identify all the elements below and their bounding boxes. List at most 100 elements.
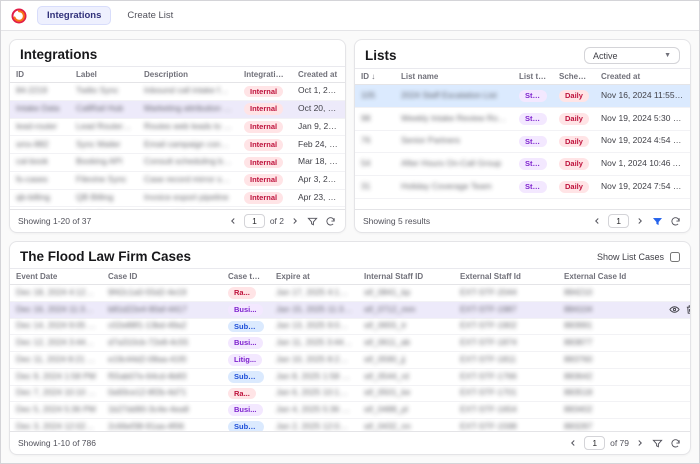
cell-event_date: Dec 5, 2024 5:36 PM — [10, 402, 102, 419]
show-list-cases-checkbox[interactable] — [670, 252, 680, 262]
cell-external_staff: EXT-STF-1766 — [454, 368, 558, 385]
table-row[interactable]: Dec 7, 2024 10:10 AM0a93ce12-8f2b-4d71Ra… — [10, 385, 690, 402]
cell-external_case: 884104 — [558, 301, 658, 318]
column-header[interactable]: Event Date — [10, 269, 102, 285]
badge-type: Internal — [244, 139, 283, 151]
badge-case_type: Subs... — [228, 421, 264, 431]
table-row[interactable]: 98Weekly Intake Review RosterStaffDailyN… — [355, 107, 690, 130]
column-header[interactable]: ID ↓ — [355, 69, 395, 85]
table-row[interactable]: 31Holiday Coverage TeamStaffDailyNov 19,… — [355, 176, 690, 199]
integrations-table-wrap: IDLabelDescriptionIntegration typeCreate… — [10, 66, 345, 209]
column-header[interactable]: External Staff Id — [454, 269, 558, 285]
cell-label: Filevine Sync — [70, 171, 138, 189]
row-actions — [658, 318, 690, 335]
table-row[interactable]: Dec 12, 2024 3:44 PMd7a310cb-72e8-4c55Bu… — [10, 335, 690, 352]
table-row[interactable]: lead-routerLead Router v2Routes web lead… — [10, 118, 345, 136]
column-header[interactable]: List name — [395, 69, 513, 85]
table-row[interactable]: Dec 3, 2024 12:02 PM2c66ef38-91aa-4f06Su… — [10, 419, 690, 432]
column-header[interactable]: Created at — [595, 69, 690, 85]
column-header-actions — [658, 269, 690, 285]
lists-status-filter-select[interactable]: Active ▼ — [584, 47, 680, 64]
cases-pager: 1 of 79 — [567, 436, 682, 450]
cases-prev-page-button[interactable] — [567, 437, 579, 449]
column-header[interactable]: Expire at — [270, 269, 358, 285]
table-row[interactable]: Dec 18, 2024 4:12 PM9f42c1a0-55d2-4e19Ra… — [10, 285, 690, 302]
cases-table: Event DateCase IDCase typeExpire atInter… — [10, 268, 690, 431]
cases-table-wrap: Event DateCase IDCase typeExpire atInter… — [10, 268, 690, 431]
cell-id: smx-882 — [10, 136, 70, 154]
view-row-icon[interactable] — [669, 304, 680, 315]
top-navigation-bar: Integrations Create List — [1, 1, 699, 31]
table-row[interactable]: 1052024 Staff Escalation ListStaffDailyN… — [355, 85, 690, 108]
table-row[interactable]: qb-billingQB BillingInvoice export pipel… — [10, 189, 345, 207]
column-header[interactable]: Description — [138, 67, 238, 83]
table-row[interactable]: Dec 9, 2024 1:58 PMf55ab07e-64cd-4b83Sub… — [10, 368, 690, 385]
cell-case_id: b81d22e4-90af-4417 — [102, 301, 222, 318]
integrations-next-page-button[interactable] — [289, 215, 301, 227]
table-row[interactable]: Dec 11, 2024 8:21 AMe19c44d2-08aa-41f0Li… — [10, 352, 690, 369]
column-header[interactable]: Case type — [222, 269, 270, 285]
cell-type: Internal — [238, 154, 292, 172]
table-row[interactable]: cal-bookBooking APIConsult scheduling br… — [10, 154, 345, 172]
integrations-table: IDLabelDescriptionIntegration typeCreate… — [10, 66, 345, 209]
column-header[interactable]: Created at — [292, 67, 345, 83]
column-header[interactable]: Integration type — [238, 67, 292, 83]
badge-case_type: Litig... — [228, 354, 262, 366]
cell-external_staff: EXT-STF-2044 — [454, 285, 558, 302]
cell-id: 84-2219 — [10, 83, 70, 101]
cell-id: 76 — [355, 130, 395, 153]
table-row[interactable]: 84-2219Twilio SyncInbound call intake fe… — [10, 83, 345, 101]
column-header[interactable]: List type — [513, 69, 553, 85]
column-header[interactable]: Case ID — [102, 269, 222, 285]
lists-next-page-button[interactable] — [634, 215, 646, 227]
integrations-prev-page-button[interactable] — [227, 215, 239, 227]
cell-created: Nov 19, 2024 5:30 PM — [595, 107, 690, 130]
integrations-panel: Integrations IDLabelDescriptionIntegrati… — [9, 39, 346, 233]
table-row[interactable]: smx-882Sync MailerEmail campaign connect… — [10, 136, 345, 154]
cell-label: QB Billing — [70, 189, 138, 207]
chevron-down-icon: ▼ — [664, 52, 671, 59]
cell-case_type: Ra... — [222, 385, 270, 402]
lists-filter-icon[interactable] — [651, 215, 664, 228]
delete-row-icon[interactable] — [685, 304, 690, 315]
cell-expire_at: Jan 17, 2025 4:12 PM — [270, 285, 358, 302]
cell-external_staff: EXT-STF-1654 — [454, 402, 558, 419]
column-header[interactable]: Schedule — [553, 69, 595, 85]
cell-description: Inbound call intake feed — [138, 83, 238, 101]
cases-filter-icon[interactable] — [651, 437, 664, 450]
column-header[interactable]: Label — [70, 67, 138, 83]
tab-integrations[interactable]: Integrations — [37, 6, 111, 25]
cell-schedule: Daily — [553, 130, 595, 153]
table-row[interactable]: Intake DataCallRail HubMarketing attribu… — [10, 100, 345, 118]
badge-schedule: Daily — [559, 181, 589, 193]
show-list-cases-toggle[interactable]: Show List Cases — [597, 252, 680, 262]
column-header[interactable]: Internal Staff ID — [358, 269, 454, 285]
cell-case_type: Subs... — [222, 419, 270, 432]
cell-type: Internal — [238, 118, 292, 136]
table-row[interactable]: Dec 5, 2024 5:36 PM1b27dd90-3c4e-4ea8Bus… — [10, 402, 690, 419]
cases-page-number: 1 — [584, 436, 605, 450]
lists-refresh-icon[interactable] — [669, 215, 682, 228]
cell-external_case: 883402 — [558, 402, 658, 419]
cases-next-page-button[interactable] — [634, 437, 646, 449]
table-row[interactable]: Dec 14, 2024 9:05 AMc02e88f1-13bd-49a2Su… — [10, 318, 690, 335]
cell-type: Staff — [513, 176, 553, 199]
cell-label: Twilio Sync — [70, 83, 138, 101]
table-row[interactable]: Dec 16, 2024 11:30 AMb81d22e4-90af-4417B… — [10, 301, 690, 318]
cell-created: Apr 23, 2024 10:... — [292, 189, 345, 207]
cell-description: Routes web leads to intake — [138, 118, 238, 136]
cell-expire_at: Jan 15, 2025 11:30 AM — [270, 301, 358, 318]
main-tabs: Integrations Create List — [37, 6, 183, 25]
table-row[interactable]: 76Senior PartnersStaffDailyNov 19, 2024 … — [355, 130, 690, 153]
column-header[interactable]: External Case Id — [558, 269, 658, 285]
tab-create-list[interactable]: Create List — [117, 6, 183, 25]
integrations-refresh-icon[interactable] — [324, 215, 337, 228]
table-row[interactable]: fs-casesFilevine SyncCase record mirror … — [10, 171, 345, 189]
lists-prev-page-button[interactable] — [591, 215, 603, 227]
column-header[interactable]: ID — [10, 67, 70, 83]
cases-refresh-icon[interactable] — [669, 437, 682, 450]
table-row[interactable]: 54After Hours On-Call GroupStaffDailyNov… — [355, 153, 690, 176]
cell-created: Nov 16, 2024 11:55 PM — [595, 85, 690, 108]
cell-external_case: 883642 — [558, 368, 658, 385]
integrations-filter-icon[interactable] — [306, 215, 319, 228]
